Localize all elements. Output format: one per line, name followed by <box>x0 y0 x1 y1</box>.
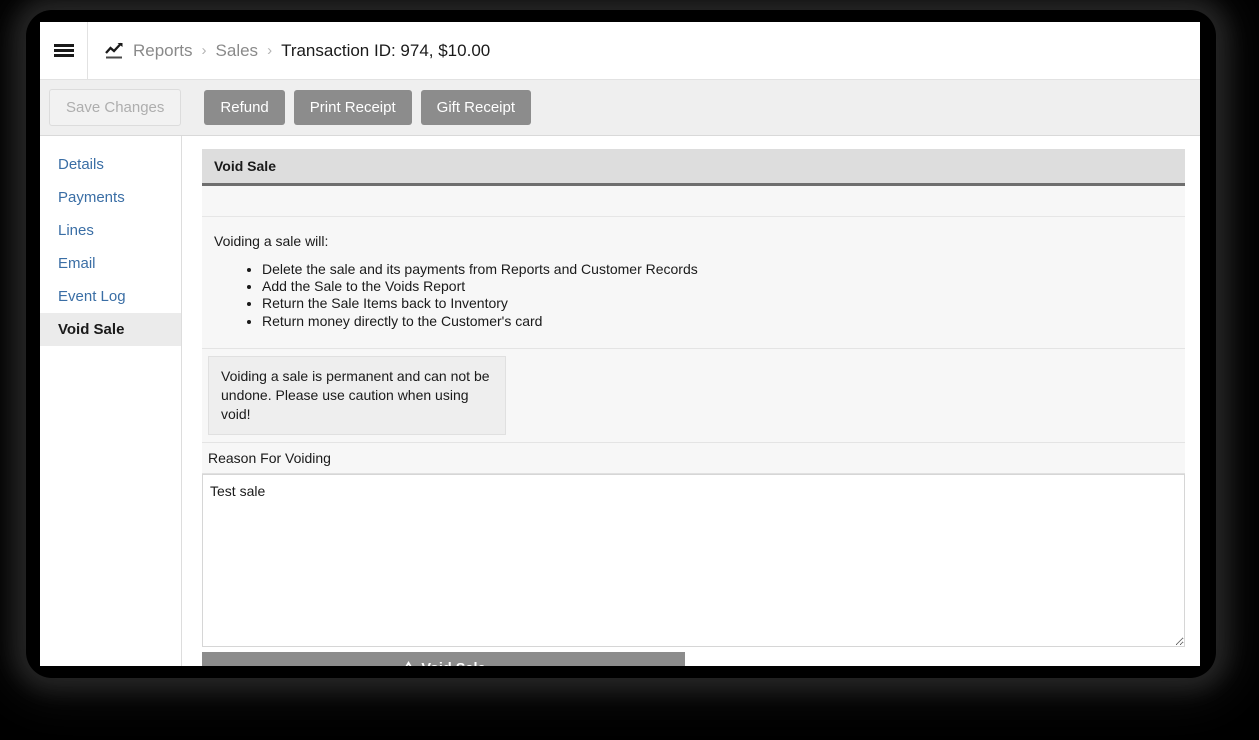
void-info-section: Voiding a sale will: Delete the sale and… <box>202 217 1185 349</box>
breadcrumb-item-transaction: Transaction ID: 974, $10.00 <box>281 40 491 60</box>
list-item: Return the Sale Items back to Inventory <box>262 295 1173 311</box>
hamburger-line <box>53 49 74 52</box>
sidebar-item-details[interactable]: Details <box>40 148 181 181</box>
print-receipt-button[interactable]: Print Receipt <box>293 90 412 125</box>
main-content: Void Sale Voiding a sale will: Delete th… <box>182 136 1200 666</box>
warning-triangle-icon <box>401 660 416 666</box>
hamburger-line <box>53 44 74 47</box>
void-intro-text: Voiding a sale will: <box>214 233 329 249</box>
list-item: Return money directly to the Customer's … <box>262 313 1173 329</box>
breadcrumb-separator: › <box>201 42 207 59</box>
void-sale-button-label: Void Sale <box>421 661 485 666</box>
void-sale-button[interactable]: Void Sale <box>202 652 685 666</box>
refund-button[interactable]: Refund <box>204 90 285 125</box>
application-window: Reports › Sales › Transaction ID: 974, $… <box>40 22 1200 666</box>
action-toolbar: Save Changes Refund Print Receipt Gift R… <box>40 80 1200 136</box>
save-changes-button[interactable]: Save Changes <box>49 89 182 126</box>
void-sale-panel: Void Sale Voiding a sale will: Delete th… <box>202 149 1185 666</box>
permanent-void-warning: Voiding a sale is permanent and can not … <box>208 355 506 436</box>
hamburger-line <box>53 54 74 57</box>
line-chart-icon <box>104 42 124 60</box>
sidebar-nav: Details Payments Lines Email Event Log V… <box>40 136 182 666</box>
reason-for-voiding-label: Reason For Voiding <box>202 443 1185 475</box>
hamburger-glyph <box>53 42 74 60</box>
sidebar-item-payments[interactable]: Payments <box>40 181 181 214</box>
breadcrumb-separator: › <box>267 42 273 59</box>
top-bar: Reports › Sales › Transaction ID: 974, $… <box>40 22 1200 80</box>
list-item: Add the Sale to the Voids Report <box>262 278 1173 294</box>
sidebar-item-email[interactable]: Email <box>40 247 181 280</box>
breadcrumb-item-sales[interactable]: Sales <box>216 41 259 61</box>
breadcrumb: Reports › Sales › Transaction ID: 974, $… <box>88 22 490 79</box>
void-effects-list: Delete the sale and its payments from Re… <box>214 261 1173 329</box>
sidebar-item-lines[interactable]: Lines <box>40 214 181 247</box>
reason-for-voiding-input[interactable] <box>202 474 1185 648</box>
panel-sub-row <box>202 186 1185 217</box>
reason-input-wrapper <box>202 474 1185 648</box>
hamburger-menu-icon[interactable] <box>40 22 88 79</box>
warning-row: Voiding a sale is permanent and can not … <box>202 348 1185 444</box>
sidebar-item-void-sale[interactable]: Void Sale <box>40 313 181 346</box>
breadcrumb-item-reports[interactable]: Reports <box>133 41 193 61</box>
body-split: Details Payments Lines Email Event Log V… <box>40 136 1200 666</box>
list-item: Delete the sale and its payments from Re… <box>262 261 1173 277</box>
void-button-row: Void Sale <box>202 647 1185 666</box>
gift-receipt-button[interactable]: Gift Receipt <box>420 90 532 125</box>
sidebar-item-event-log[interactable]: Event Log <box>40 280 181 313</box>
panel-title: Void Sale <box>202 149 1185 186</box>
